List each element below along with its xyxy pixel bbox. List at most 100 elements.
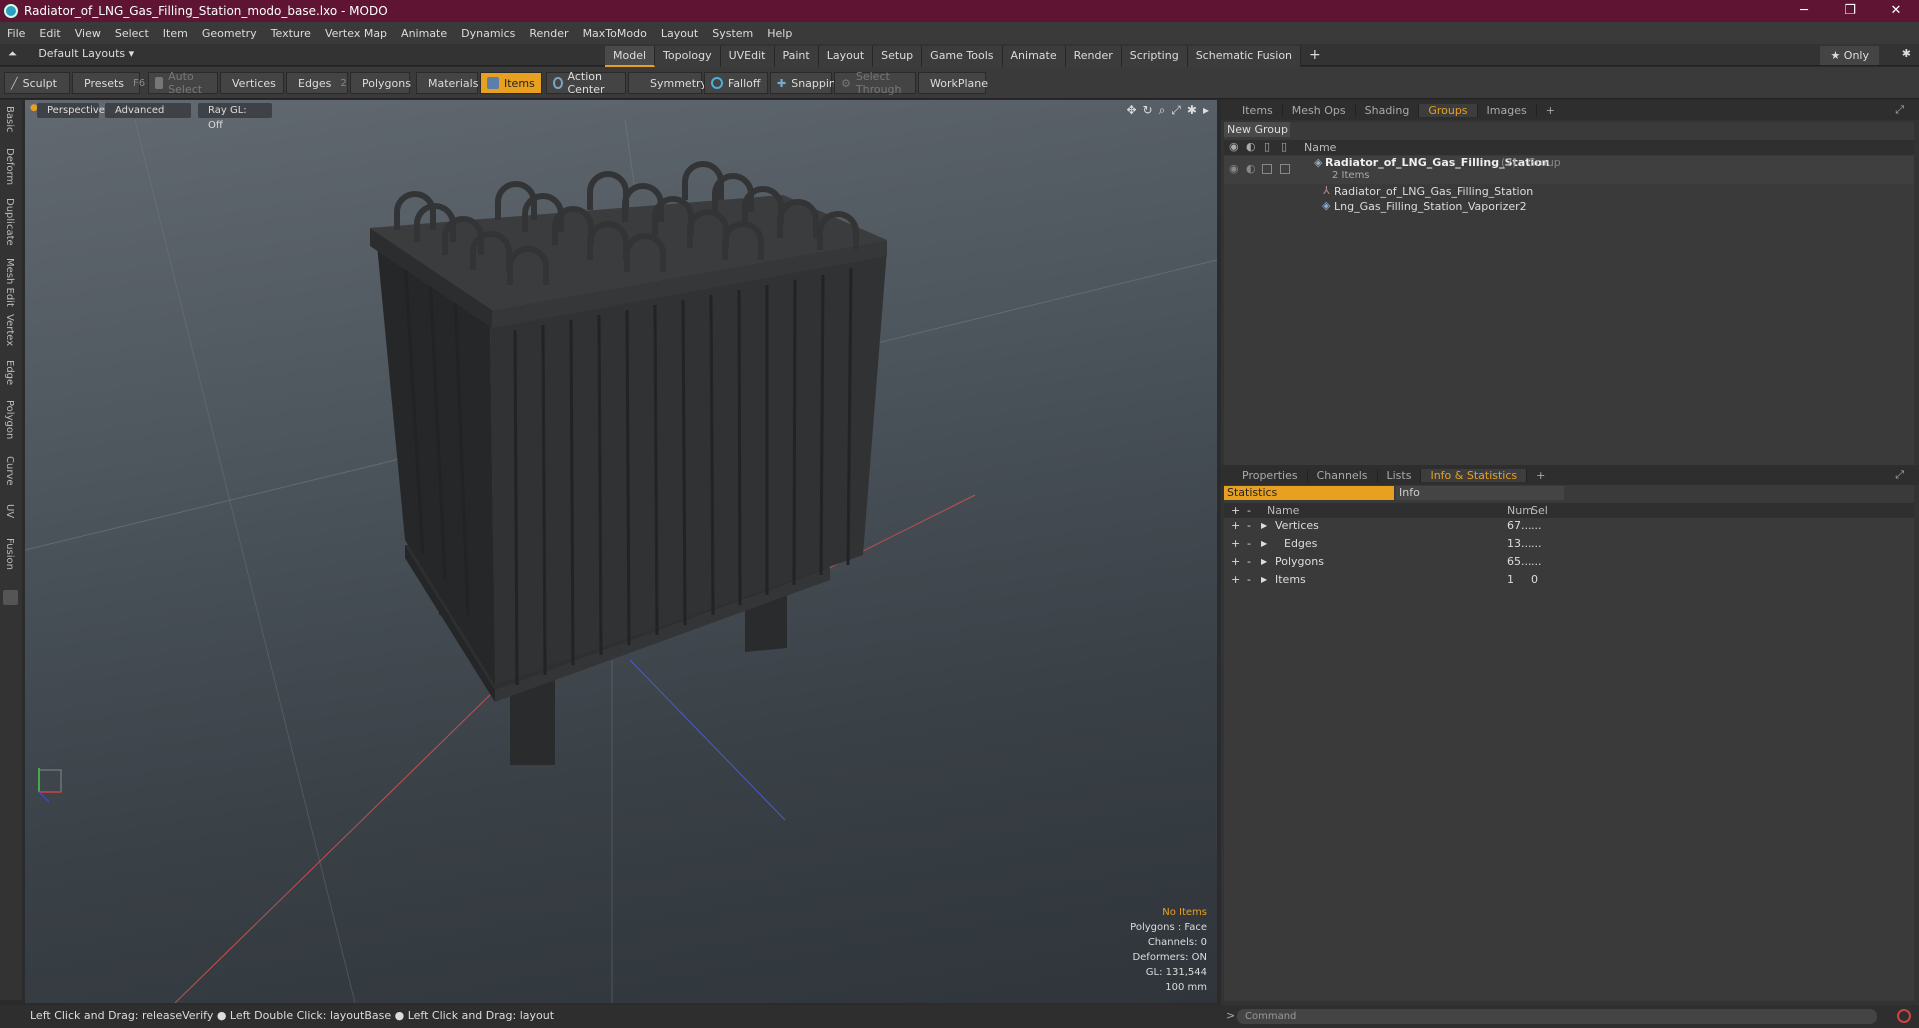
tab-info-statistics[interactable]: Info & Statistics (1421, 468, 1528, 482)
render-icon[interactable]: ◐ (1246, 162, 1256, 175)
eye-icon[interactable]: ◉ (1229, 162, 1239, 175)
left-tab-uv[interactable]: UV (4, 504, 15, 518)
add-stats-tab-button[interactable]: + (1527, 469, 1554, 482)
menu-geometry[interactable]: Geometry (195, 27, 264, 40)
row-remove-icon[interactable]: - (1247, 573, 1251, 586)
tab-uvedit[interactable]: UVEdit (720, 46, 775, 67)
gear-icon[interactable]: ✱ (1902, 47, 1911, 60)
tab-setup[interactable]: Setup (873, 46, 923, 67)
menu-edit[interactable]: Edit (32, 27, 67, 40)
info-subtab[interactable]: Info (1396, 486, 1564, 500)
tab-layout[interactable]: Layout (818, 46, 874, 67)
materials-button[interactable]: Materials (416, 72, 478, 94)
group-child-row[interactable]: ⅄ Radiator_of_LNG_Gas_Filling_Station (1224, 184, 1914, 199)
expand-arrow-icon[interactable]: ▶ (1261, 539, 1267, 548)
row-remove-icon[interactable]: - (1247, 519, 1251, 532)
perspective-dropdown[interactable]: Perspective (37, 103, 105, 118)
3d-viewport[interactable]: ● Perspective Advanced Ray GL: Off ✥ ↻ ⌕… (25, 100, 1217, 1003)
auto-select-button[interactable]: Auto Select (148, 70, 218, 96)
command-input[interactable]: Command (1237, 1009, 1877, 1024)
viewport-settings-icon[interactable]: ✱ (1187, 103, 1197, 118)
menu-item[interactable]: Item (156, 27, 195, 40)
left-tab-edge[interactable]: Edge (4, 360, 15, 385)
fit-icon[interactable]: ⤢ (1171, 103, 1181, 118)
tab-lists[interactable]: Lists (1378, 468, 1422, 482)
rotate-icon[interactable]: ↻ (1143, 103, 1153, 118)
tab-channels[interactable]: Channels (1308, 468, 1378, 482)
expand-arrow-icon[interactable]: ▶ (1261, 557, 1267, 566)
record-icon[interactable] (1897, 1009, 1911, 1023)
collapse-all-icon[interactable]: - (1247, 504, 1251, 517)
tab-items[interactable]: Items (1233, 103, 1283, 117)
polygons-button[interactable]: Polygons (350, 72, 411, 94)
falloff-button[interactable]: Falloff (704, 72, 768, 94)
menu-layout[interactable]: Layout (654, 27, 705, 40)
close-button[interactable]: ✕ (1873, 0, 1919, 22)
left-tab-deform[interactable]: Deform (4, 148, 15, 185)
maximize-button[interactable]: ❐ (1827, 0, 1873, 22)
left-tab-mesh-edit[interactable]: Mesh Edit (4, 258, 15, 307)
row-remove-icon[interactable]: - (1247, 555, 1251, 568)
expand-all-icon[interactable]: + (1231, 504, 1240, 517)
ray-gl-toggle[interactable]: Ray GL: Off (198, 103, 272, 131)
tab-properties[interactable]: Properties (1233, 468, 1308, 482)
stats-expand-icon[interactable]: ⤢ (1886, 468, 1913, 482)
tab-shading[interactable]: Shading (1356, 103, 1420, 117)
row-add-icon[interactable]: + (1231, 537, 1240, 550)
only-toggle[interactable]: ★ Only (1820, 46, 1879, 65)
lock-checkbox[interactable] (1262, 164, 1272, 174)
tab-mesh-ops[interactable]: Mesh Ops (1283, 103, 1356, 117)
advanced-dropdown[interactable]: Advanced (105, 103, 191, 118)
minimize-button[interactable]: ─ (1781, 0, 1827, 22)
tab-topology[interactable]: Topology (655, 46, 721, 67)
add-tab-button[interactable]: + (1301, 46, 1329, 67)
row-add-icon[interactable]: + (1231, 519, 1240, 532)
menu-select[interactable]: Select (108, 27, 156, 40)
tab-groups[interactable]: Groups (1419, 103, 1478, 117)
menu-render[interactable]: Render (522, 27, 575, 40)
default-layouts-dropdown[interactable]: ⏶ Default Layouts ▾ (8, 47, 134, 61)
tab-scripting[interactable]: Scripting (1121, 46, 1188, 67)
tab-game-tools[interactable]: Game Tools (922, 46, 1003, 67)
action-center-button[interactable]: Action Center (546, 70, 626, 96)
pan-icon[interactable]: ✥ (1126, 103, 1136, 118)
tab-model[interactable]: Model (605, 46, 656, 67)
tab-schematic-fusion[interactable]: Schematic Fusion (1187, 46, 1302, 67)
expand-arrow-icon[interactable]: ▶ (1261, 521, 1267, 530)
menu-dynamics[interactable]: Dynamics (454, 27, 522, 40)
vertices-button[interactable]: Vertices 1 (220, 72, 291, 94)
left-tab-polygon[interactable]: Polygon (4, 400, 15, 439)
zoom-icon[interactable]: ⌕ (1159, 103, 1166, 118)
menu-texture[interactable]: Texture (264, 27, 318, 40)
statistics-subtab[interactable]: Statistics (1224, 486, 1394, 500)
row-add-icon[interactable]: + (1231, 573, 1240, 586)
row-add-icon[interactable]: + (1231, 555, 1240, 568)
edges-button[interactable]: Edges 2 (286, 72, 348, 94)
menu-file[interactable]: File (0, 27, 32, 40)
stats-row[interactable]: + - ▶ Vertices 67... ... (1224, 519, 1914, 534)
expand-icon[interactable]: ▸ (1203, 103, 1209, 118)
select-checkbox[interactable] (1280, 164, 1290, 174)
left-tab-vertex[interactable]: Vertex (4, 314, 15, 346)
tab-paint[interactable]: Paint (774, 46, 819, 67)
menu-vertex-map[interactable]: Vertex Map (318, 27, 394, 40)
expand-arrow-icon[interactable]: ▶ (1261, 575, 1267, 584)
row-remove-icon[interactable]: - (1247, 537, 1251, 550)
items-button[interactable]: Items (480, 72, 542, 94)
left-tab-fusion[interactable]: Fusion (4, 538, 15, 570)
workplane-button[interactable]: WorkPlane (918, 72, 988, 94)
sculpt-button[interactable]: ╱ Sculpt (4, 72, 70, 94)
panel-expand-icon[interactable]: ⤢ (1886, 103, 1913, 117)
left-tab-duplicate[interactable]: Duplicate (4, 198, 15, 246)
new-group-button[interactable]: New Group (1224, 122, 1290, 137)
add-panel-tab-button[interactable]: + (1537, 104, 1564, 117)
stats-row[interactable]: + - ▶ Edges 13... ... (1224, 537, 1914, 552)
group-child-row[interactable]: ◈ Lng_Gas_Filling_Station_Vaporizer2 (1224, 199, 1914, 214)
symmetry-button[interactable]: Symmetry (628, 72, 707, 94)
left-tab-curve[interactable]: Curve (4, 456, 15, 486)
presets-button[interactable]: Presets F6 (72, 72, 145, 94)
menu-view[interactable]: View (68, 27, 108, 40)
group-row[interactable]: ◉ ◐ ◈ Radiator_of_LNG_Gas_Filling_Statio… (1224, 156, 1914, 184)
menu-help[interactable]: Help (760, 27, 799, 40)
menu-maxtomodo[interactable]: MaxToModo (576, 27, 654, 40)
